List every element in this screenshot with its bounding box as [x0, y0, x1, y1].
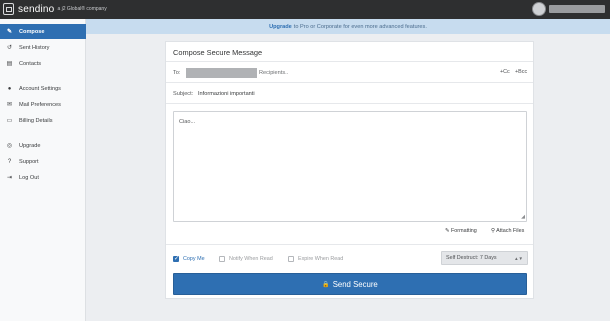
divider	[166, 82, 533, 83]
divider	[166, 103, 533, 104]
sidebar-item-upgrade[interactable]: ◎ Upgrade	[0, 138, 86, 153]
notify-when-read-label: Notify When Read	[229, 256, 273, 262]
page-title: Compose Secure Message	[173, 48, 263, 57]
add-cc-button[interactable]: +Cc	[500, 69, 510, 75]
subject-label: Subject:	[173, 91, 194, 97]
upgrade-link[interactable]: Upgrade	[269, 24, 292, 30]
send-secure-button[interactable]: 🔒 Send Secure	[173, 273, 527, 295]
avatar-icon[interactable]	[532, 2, 546, 16]
attach-files-label: Attach Files	[496, 228, 525, 234]
sidebar-item-label: Billing Details	[19, 117, 53, 124]
sidebar-item-billing-details[interactable]: ▭ Billing Details	[0, 113, 86, 128]
sidebar-item-sent-history[interactable]: ↺ Sent History	[0, 40, 86, 55]
pencil-icon: ✎	[6, 29, 13, 35]
message-body-text: Ciao...	[179, 119, 196, 125]
sidebar-item-support[interactable]: ? Support	[0, 154, 86, 169]
sidebar-item-log-out[interactable]: ⇥ Log Out	[0, 170, 86, 185]
expire-when-read-checkbox[interactable]: Expire When Read	[288, 256, 343, 262]
notify-when-read-checkbox[interactable]: Notify When Read	[219, 256, 273, 262]
subject-input[interactable]: Informazioni importanti	[198, 91, 255, 97]
brand-name: sendino	[18, 3, 55, 15]
checkbox-unchecked-icon[interactable]	[288, 256, 294, 262]
sendino-logo[interactable]: sendino a j2 Global® company	[3, 3, 107, 15]
copy-me-label: Copy Me	[183, 256, 205, 262]
sidebar-item-contacts[interactable]: ▤ Contacts	[0, 56, 86, 71]
sidebar-item-account-settings[interactable]: ● Account Settings	[0, 81, 86, 96]
copy-me-checkbox[interactable]: Copy Me	[173, 255, 205, 262]
question-icon: ?	[7, 158, 12, 165]
credit-card-icon: ▭	[6, 118, 13, 124]
top-bar: sendino a j2 Global® company	[0, 0, 610, 19]
lock-icon: 🔒	[322, 281, 330, 288]
sidebar-item-label: Compose	[19, 28, 45, 35]
self-destruct-select[interactable]: Self Destruct: 7 Days ▲▼	[441, 251, 528, 265]
contacts-icon: ▤	[6, 61, 13, 67]
sidebar-item-label: Sent History	[19, 44, 50, 51]
user-name-redacted	[549, 5, 605, 13]
history-icon: ↺	[6, 45, 13, 51]
logout-icon: ⇥	[6, 175, 13, 181]
sidebar: ✎ Compose ↺ Sent History ▤ Contacts ● Ac…	[0, 19, 86, 321]
lifebuoy-icon: ◎	[6, 143, 13, 149]
sidebar-item-label: Contacts	[19, 60, 42, 67]
message-body-textarea[interactable]: Ciao... ◢	[173, 111, 527, 222]
expire-when-read-label: Expire When Read	[298, 256, 344, 262]
sidebar-item-mail-preferences[interactable]: ✉ Mail Preferences	[0, 97, 86, 112]
checkbox-unchecked-icon[interactable]	[219, 256, 225, 262]
formatting-button[interactable]: ✎ Formatting	[445, 228, 477, 234]
select-arrows-icon: ▲▼	[514, 255, 523, 261]
user-menu[interactable]	[532, 2, 605, 16]
add-bcc-button[interactable]: +Bcc	[515, 69, 527, 75]
sidebar-item-label: Mail Preferences	[19, 101, 61, 108]
brand-subtitle: a j2 Global® company	[57, 6, 107, 12]
checkbox-checked-icon[interactable]	[173, 255, 179, 262]
upgrade-banner: Upgrade to Pro or Corporate for even mor…	[86, 19, 610, 34]
to-label: To:	[173, 70, 181, 76]
sidebar-item-label: Support	[19, 158, 39, 165]
divider	[166, 61, 533, 62]
sidebar-item-compose[interactable]: ✎ Compose	[0, 24, 86, 39]
sidebar-item-label: Account Settings	[19, 85, 61, 92]
attach-files-button[interactable]: ⚲ Attach Files	[491, 228, 524, 234]
sidebar-item-label: Upgrade	[19, 142, 41, 149]
upgrade-banner-text: to Pro or Corporate for even more advanc…	[293, 23, 427, 30]
sidebar-item-label: Log Out	[19, 174, 39, 181]
sendino-logo-icon	[3, 3, 14, 15]
compose-card: Compose Secure Message To: Recipients.. …	[165, 41, 534, 299]
divider	[166, 244, 533, 245]
send-secure-label: Send Secure	[332, 279, 378, 289]
resize-grip-icon[interactable]: ◢	[521, 215, 525, 220]
self-destruct-value: Self Destruct: 7 Days	[446, 255, 497, 261]
recipients-input[interactable]: Recipients..	[259, 70, 288, 76]
formatting-label: Formatting	[451, 228, 477, 234]
user-icon: ●	[7, 85, 12, 92]
envelope-icon: ✉	[6, 102, 13, 108]
recipient-chip-redacted[interactable]	[186, 68, 257, 78]
